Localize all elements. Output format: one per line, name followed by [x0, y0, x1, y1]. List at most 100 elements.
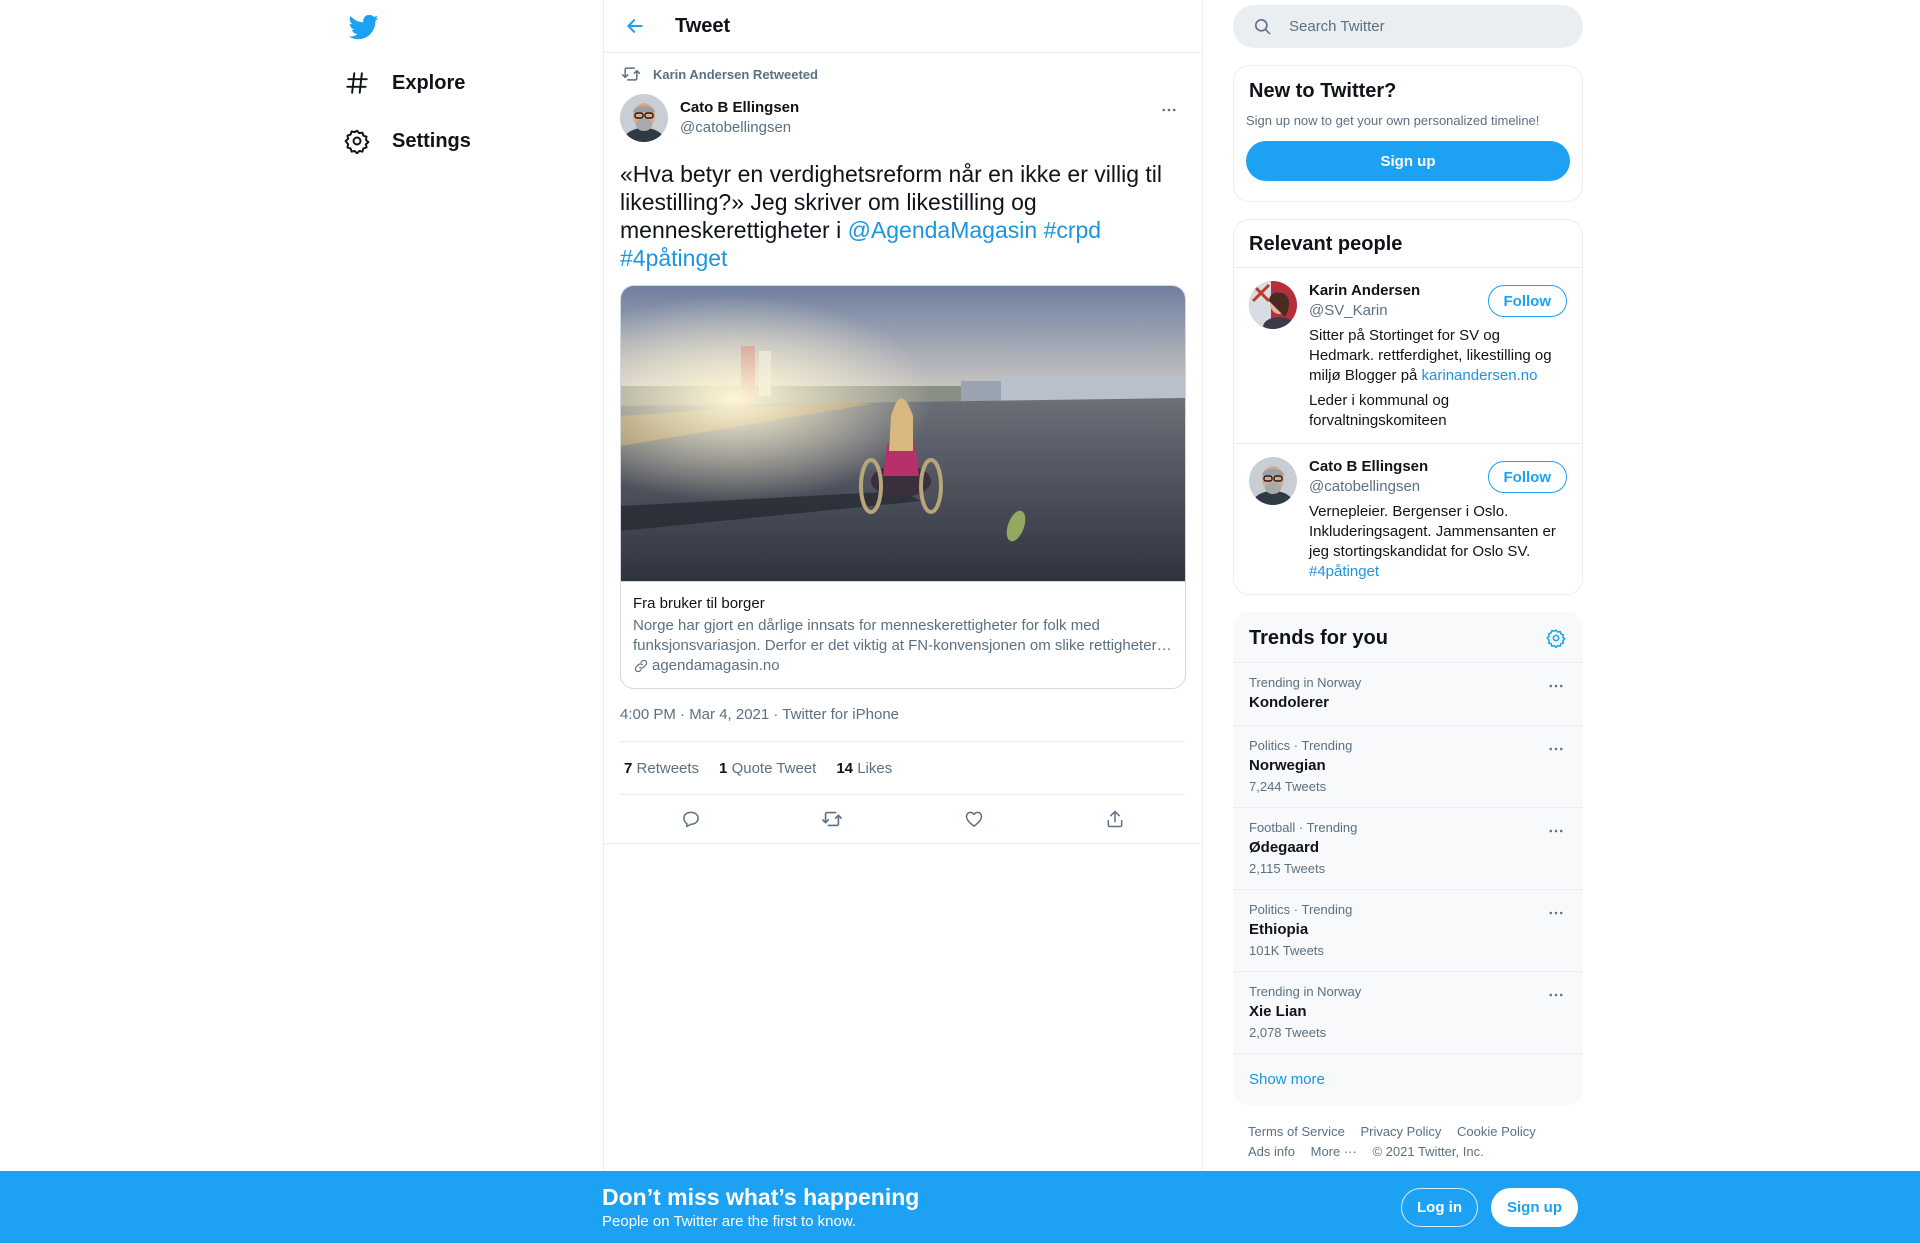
mention-link[interactable]: @AgendaMagasin [848, 217, 1038, 243]
footer-links: Terms of Service Privacy Policy Cookie P… [1233, 1122, 1583, 1162]
like-button[interactable] [957, 802, 991, 836]
hashtag-link[interactable]: #4påtinget [620, 245, 727, 271]
hashtag-link[interactable]: #crpd [1044, 217, 1102, 243]
link-icon [633, 658, 649, 674]
trend-item[interactable]: Football · Trending Ødegaard 2,115 Tweet… [1234, 808, 1582, 890]
banner-subtitle: People on Twitter are the first to know. [602, 1213, 857, 1230]
new-to-twitter-panel: New to Twitter? Sign up now to get your … [1233, 65, 1583, 202]
tweet-timestamp[interactable]: 4:00 PM · Mar 4, 2021 · Twitter for iPho… [620, 705, 1186, 742]
trends-settings-button[interactable] [1543, 625, 1569, 651]
reply-icon [681, 809, 701, 829]
trend-item[interactable]: Politics · Trending Norwegian 7,244 Twee… [1234, 726, 1582, 808]
gear-icon [344, 128, 370, 154]
card-title: Fra bruker til borger [633, 595, 765, 612]
card-domain-text: agendamagasin.no [652, 657, 780, 674]
relevant-people-title: Relevant people [1249, 233, 1403, 255]
twitter-bird-icon[interactable] [349, 12, 379, 42]
tweet-actions [620, 795, 1186, 843]
more-dots-icon [1547, 677, 1565, 695]
trend-item[interactable]: Trending in Norway Kondolerer [1234, 663, 1582, 726]
login-button[interactable]: Log in [1401, 1188, 1478, 1227]
ads-info-link[interactable]: Ads info [1248, 1144, 1295, 1159]
share-button[interactable] [1098, 802, 1132, 836]
trend-item[interactable]: Politics · Trending Ethiopia 101K Tweets [1234, 890, 1582, 972]
follow-button[interactable]: Follow [1487, 285, 1567, 317]
avatar[interactable] [1249, 457, 1297, 505]
more-dots-icon [1160, 101, 1178, 119]
trend-count: 2,078 Tweets [1249, 1025, 1327, 1040]
tweet: Karin Andersen Retweeted Cato B Ellingse… [604, 60, 1202, 844]
privacy-link[interactable]: Privacy Policy [1360, 1124, 1441, 1139]
search-input[interactable]: Search Twitter [1233, 5, 1583, 48]
nav-item-settings[interactable]: Settings [344, 116, 471, 166]
retweet-context: Karin Andersen Retweeted [620, 60, 1186, 88]
right-sidebar: Search Twitter New to Twitter? Sign up n… [1233, 0, 1583, 1162]
reply-button[interactable] [674, 802, 708, 836]
author-handle[interactable]: @catobellingsen [680, 118, 799, 138]
trends-panel: Trends for you Trending in Norway Kondol… [1233, 612, 1583, 1105]
retweet-button[interactable] [815, 802, 849, 836]
follow-button[interactable]: Follow [1487, 461, 1567, 493]
quotes-stat[interactable]: 1 Quote Tweet [719, 760, 816, 777]
banner-title: Don’t miss what’s happening [602, 1184, 920, 1210]
trend-name: Ethiopia [1249, 921, 1309, 938]
trend-item[interactable]: Trending in Norway Xie Lian 2,078 Tweets [1234, 972, 1582, 1054]
likes-label: Likes [857, 759, 893, 777]
tweet-actions-wrapper [604, 795, 1202, 844]
back-button[interactable] [618, 9, 652, 43]
trends-title: Trends for you [1249, 627, 1388, 649]
heart-icon [964, 809, 984, 829]
quotes-label: Quote Tweet [731, 759, 817, 777]
person-card[interactable]: Karin Andersen @SV_Karin Sitter på Stort… [1234, 268, 1582, 443]
signup-button[interactable]: Sign up [1491, 1188, 1578, 1227]
terms-link[interactable]: Terms of Service [1248, 1124, 1345, 1139]
nav-label-settings: Settings [392, 129, 471, 152]
trend-name: Xie Lian [1249, 1003, 1307, 1020]
sidebar-signup-button[interactable]: Sign up [1246, 141, 1570, 181]
page-header: Tweet [604, 0, 1202, 53]
trend-name: Norwegian [1249, 757, 1326, 774]
trend-more-button[interactable] [1543, 902, 1569, 924]
person-card[interactable]: Cato B Ellingsen @catobellingsen Vernepl… [1234, 443, 1582, 594]
trend-context: Football · Trending [1249, 820, 1358, 835]
person-bio-extra: Leder i kommunal og forvaltningskomiteen [1309, 392, 1450, 429]
nav-label-explore: Explore [392, 71, 466, 94]
trend-more-button[interactable] [1543, 820, 1569, 842]
tweet-more-button[interactable] [1152, 93, 1186, 127]
relevant-people-header: Relevant people [1234, 220, 1582, 268]
trend-more-button[interactable] [1543, 738, 1569, 760]
trend-more-button[interactable] [1543, 984, 1569, 1006]
retweets-stat[interactable]: 7 Retweets [624, 760, 699, 777]
show-more-link[interactable]: Show more [1234, 1054, 1582, 1104]
nav-item-explore[interactable]: Explore [344, 58, 465, 108]
trend-context: Trending in Norway [1249, 675, 1362, 690]
trend-name: Kondolerer [1249, 694, 1330, 711]
retweet-icon [821, 808, 843, 830]
more-dots-icon [1547, 986, 1565, 1004]
tweet-stats: 7 Retweets 1 Quote Tweet 14 Likes [620, 742, 1186, 795]
trend-context: Politics · Trending [1249, 902, 1353, 917]
retweeted-by-text[interactable]: Karin Andersen Retweeted [653, 67, 818, 82]
avatar[interactable] [620, 94, 668, 142]
bio-link[interactable]: karinandersen.no [1422, 367, 1538, 384]
tweet-author: Cato B Ellingsen @catobellingsen [620, 93, 1186, 143]
arrow-left-icon [625, 16, 645, 36]
new-to-twitter-title: New to Twitter? [1249, 80, 1397, 102]
card-description: Norge har gjort en dårlige innsats for m… [633, 617, 1172, 654]
tweet-text: «Hva betyr en verdighetsreform når en ik… [620, 160, 1186, 272]
link-card[interactable]: Fra bruker til borger Norge har gjort en… [620, 285, 1186, 689]
card-domain: agendamagasin.no [633, 656, 1173, 676]
cookie-link[interactable]: Cookie Policy [1457, 1124, 1536, 1139]
author-name[interactable]: Cato B Ellingsen [680, 98, 799, 118]
trend-count: 101K Tweets [1249, 943, 1324, 958]
card-image [621, 286, 1185, 582]
likes-stat[interactable]: 14 Likes [836, 760, 892, 777]
search-icon [1253, 17, 1272, 36]
more-link[interactable]: More ··· [1311, 1144, 1357, 1159]
avatar[interactable] [1249, 281, 1297, 329]
bio-link[interactable]: #4påtinget [1309, 563, 1379, 580]
trend-more-button[interactable] [1543, 675, 1569, 697]
retweet-icon [621, 64, 641, 84]
copyright: © 2021 Twitter, Inc. [1372, 1144, 1484, 1159]
person-bio-text: Vernepleier. Bergenser i Oslo. Inkluderi… [1309, 503, 1556, 560]
